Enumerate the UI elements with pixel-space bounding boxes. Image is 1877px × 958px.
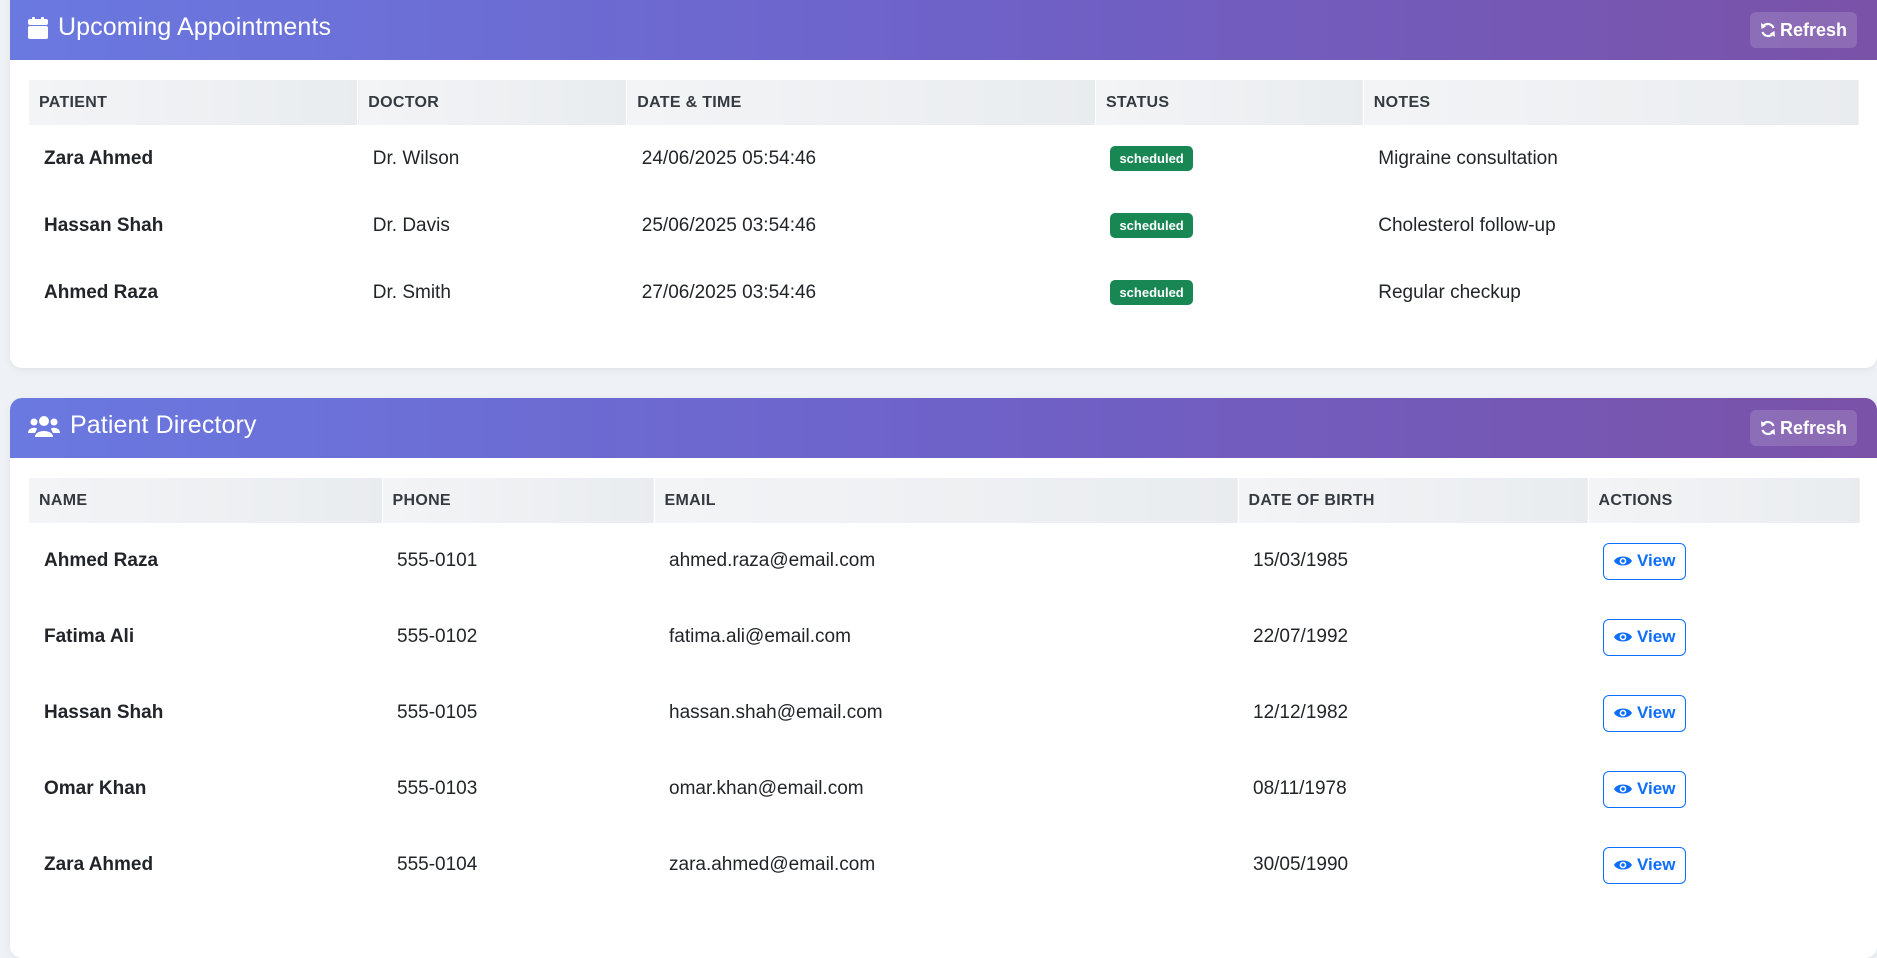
view-button[interactable]: View: [1603, 846, 1687, 884]
patients-title-text: Patient Directory: [70, 411, 257, 439]
patients-card: Patient Directory Refresh NAME PHONE EMA…: [10, 398, 1877, 958]
table-row: Fatima Ali 555-0102 fatima.ali@email.com…: [29, 599, 1860, 675]
status-cell: scheduled: [1095, 259, 1363, 326]
appointment-notes: Cholesterol follow-up: [1378, 214, 1556, 236]
patient-phone: 555-0104: [397, 854, 478, 875]
column-header-doctor: DOCTOR: [357, 80, 628, 125]
view-button[interactable]: View: [1603, 542, 1687, 580]
patient-email: omar.khan@email.com: [669, 778, 864, 799]
patients-table: NAME PHONE EMAIL DATE OF BIRTH ACTIONS A…: [29, 478, 1861, 903]
appointment-datetime: 25/06/2025 03:54:46: [641, 214, 817, 236]
patients-refresh-label: Refresh: [1779, 417, 1847, 438]
patient-name: Ahmed Raza: [44, 281, 159, 303]
patient-dob: 22/07/1992: [1253, 626, 1349, 647]
appointments-title: Upcoming Appointments: [28, 13, 331, 42]
view-button-label: View: [1637, 627, 1676, 646]
patients-header-row: NAME PHONE EMAIL DATE OF BIRTH ACTIONS: [29, 478, 1861, 523]
table-row: Zara Ahmed 555-0104 zara.ahmed@email.com…: [29, 827, 1860, 903]
users-icon: [28, 414, 60, 438]
patients-title: Patient Directory: [28, 411, 257, 440]
actions-cell: View: [1588, 675, 1860, 751]
actions-cell: View: [1588, 827, 1860, 903]
appointment-notes: Migraine consultation: [1378, 147, 1558, 169]
appointments-card: Upcoming Appointments Refresh PATIENT DO…: [10, 0, 1877, 368]
calendar-icon: [28, 16, 48, 39]
status-cell: scheduled: [1095, 192, 1363, 259]
column-header-phone: PHONE: [382, 478, 655, 523]
appointment-datetime: 24/06/2025 05:54:46: [641, 147, 817, 169]
table-row: Hassan Shah Dr. Davis 25/06/2025 03:54:4…: [29, 192, 1860, 259]
patient-name: Fatima Ali: [44, 626, 135, 647]
view-button-label: View: [1637, 551, 1676, 570]
patient-phone: 555-0102: [397, 626, 478, 647]
patients-header: Patient Directory Refresh: [10, 398, 1877, 458]
patient-name: Hassan Shah: [44, 702, 164, 723]
patient-phone: 555-0101: [397, 550, 478, 571]
appointments-title-text: Upcoming Appointments: [58, 13, 332, 41]
actions-cell: View: [1588, 599, 1860, 675]
appointments-table: PATIENT DOCTOR DATE & TIME STATUS NOTES …: [29, 80, 1861, 326]
column-header-patient: PATIENT: [29, 80, 359, 125]
doctor-name: Dr. Davis: [372, 214, 450, 236]
patients-refresh-button[interactable]: Refresh: [1749, 410, 1857, 446]
appointment-datetime: 27/06/2025 03:54:46: [641, 281, 817, 303]
actions-cell: View: [1588, 751, 1860, 827]
appointment-notes: Regular checkup: [1378, 281, 1521, 303]
eye-icon: [1614, 783, 1632, 795]
appointments-refresh-button[interactable]: Refresh: [1749, 12, 1857, 48]
patient-email: ahmed.raza@email.com: [669, 550, 876, 571]
column-header-email: EMAIL: [654, 478, 1239, 523]
status-cell: scheduled: [1095, 125, 1363, 192]
column-header-notes: NOTES: [1363, 80, 1861, 125]
column-header-datetime: DATE & TIME: [626, 80, 1096, 125]
patient-dob: 30/05/1990: [1253, 854, 1349, 875]
patient-dob: 12/12/1982: [1253, 702, 1349, 723]
eye-icon: [1614, 555, 1632, 567]
doctor-name: Dr. Wilson: [372, 147, 460, 169]
view-button[interactable]: View: [1603, 618, 1687, 656]
patient-email: zara.ahmed@email.com: [669, 854, 876, 875]
appointments-header: Upcoming Appointments Refresh: [10, 0, 1877, 60]
view-button-label: View: [1637, 855, 1676, 874]
column-header-dob: DATE OF BIRTH: [1238, 478, 1589, 523]
appointments-header-row: PATIENT DOCTOR DATE & TIME STATUS NOTES: [29, 80, 1861, 125]
patient-name: Omar Khan: [44, 778, 147, 799]
eye-icon: [1614, 859, 1632, 871]
table-row: Omar Khan 555-0103 omar.khan@email.com 0…: [29, 751, 1860, 827]
doctor-name: Dr. Smith: [372, 281, 451, 303]
refresh-icon: [1760, 22, 1776, 38]
column-header-status: STATUS: [1095, 80, 1364, 125]
status-badge: scheduled: [1110, 213, 1193, 238]
table-row: Ahmed Raza 555-0101 ahmed.raza@email.com…: [29, 523, 1860, 599]
patient-name: Zara Ahmed: [44, 147, 154, 169]
patient-dob: 08/11/1978: [1253, 778, 1347, 799]
patient-phone: 555-0105: [397, 702, 478, 723]
patient-phone: 555-0103: [397, 778, 478, 799]
table-row: Hassan Shah 555-0105 hassan.shah@email.c…: [29, 675, 1860, 751]
column-header-actions: ACTIONS: [1588, 478, 1861, 523]
patient-name: Ahmed Raza: [44, 550, 159, 571]
patient-name: Hassan Shah: [44, 214, 164, 236]
status-badge: scheduled: [1110, 280, 1193, 305]
view-button[interactable]: View: [1603, 770, 1687, 808]
refresh-icon: [1760, 420, 1776, 436]
patient-dob: 15/03/1985: [1253, 550, 1349, 571]
appointments-refresh-label: Refresh: [1779, 19, 1847, 40]
status-badge: scheduled: [1110, 146, 1193, 171]
view-button-label: View: [1637, 703, 1676, 722]
eye-icon: [1614, 707, 1632, 719]
eye-icon: [1614, 631, 1632, 643]
view-button[interactable]: View: [1603, 694, 1687, 732]
patient-email: fatima.ali@email.com: [669, 626, 851, 647]
column-header-name: NAME: [29, 478, 383, 523]
actions-cell: View: [1588, 523, 1860, 599]
table-row: Zara Ahmed Dr. Wilson 24/06/2025 05:54:4…: [29, 125, 1860, 192]
patient-email: hassan.shah@email.com: [669, 702, 883, 723]
table-row: Ahmed Raza Dr. Smith 27/06/2025 03:54:46…: [29, 259, 1860, 326]
patient-name: Zara Ahmed: [44, 854, 154, 875]
view-button-label: View: [1637, 779, 1676, 798]
